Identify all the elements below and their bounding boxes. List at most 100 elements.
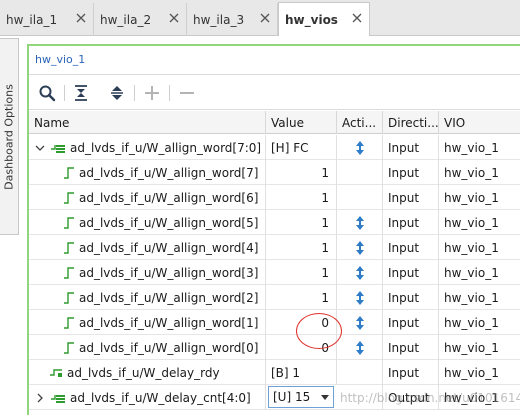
add-icon[interactable] xyxy=(143,84,161,102)
signal-direction: Input xyxy=(383,310,439,335)
watermark: http://blog.csdn.net/u010161493 xyxy=(340,391,520,405)
activity-updown-icon xyxy=(355,215,364,230)
dashboard-options-tab[interactable]: Dashboard Options xyxy=(0,38,19,235)
signal-value[interactable]: 1 xyxy=(266,285,337,310)
signal-value[interactable]: 1 xyxy=(266,185,337,210)
activity-cell xyxy=(337,135,383,160)
activity-cell xyxy=(337,360,383,385)
tab-label: hw_ila_2 xyxy=(100,12,152,27)
column-header-activity[interactable]: Acti... xyxy=(337,111,383,134)
close-icon[interactable] xyxy=(352,13,362,23)
activity-updown-icon xyxy=(355,140,364,155)
signal-name: ad_lvds_if_u/W_allign_word[4] xyxy=(79,240,259,255)
signal-value[interactable]: 0 xyxy=(266,335,337,360)
signal-vio: hw_vio_1 xyxy=(444,140,499,155)
signal-direction: Input xyxy=(383,260,439,285)
signal-value[interactable]: 1 xyxy=(266,210,337,235)
bit-signal-icon xyxy=(64,291,74,304)
bit-signal-icon xyxy=(64,191,74,204)
chevron-right-icon[interactable] xyxy=(35,393,45,403)
close-icon[interactable] xyxy=(169,13,179,23)
activity-updown-icon xyxy=(355,240,364,255)
table-header: Name Value Acti... Directi... VIO xyxy=(29,111,520,134)
signal-value[interactable]: [H] FC xyxy=(266,135,337,160)
vio-panel: hw_vio_1 Name Value Acti... Directi... V… xyxy=(27,44,520,415)
table-row[interactable]: ad_lvds_if_u/W_delay_rdy [B] 1 Input hw_… xyxy=(29,360,520,385)
signal-name: ad_lvds_if_u/W_allign_word[1] xyxy=(79,315,259,330)
tab-hw-vios[interactable]: hw_vios xyxy=(278,2,370,36)
table-row[interactable]: ad_lvds_if_u/W_allign_word[3] 1 Input hw… xyxy=(29,260,520,285)
activity-updown-icon xyxy=(355,315,364,330)
value-dropdown[interactable]: [U] 15 xyxy=(268,386,334,408)
bit-signal-icon xyxy=(64,216,74,229)
signal-value[interactable]: 1 xyxy=(266,160,337,185)
search-icon[interactable] xyxy=(38,84,56,102)
tab-bar: hw_ila_1 hw_ila_2 hw_ila_3 hw_vios xyxy=(0,0,520,36)
activity-cell xyxy=(337,310,383,335)
signal-vio: hw_vio_1 xyxy=(444,365,499,380)
tab-hw-ila-3[interactable]: hw_ila_3 xyxy=(187,3,278,36)
table-row[interactable]: ad_lvds_if_u/W_allign_word[7] 1 Input hw… xyxy=(29,160,520,185)
bit-signal-icon xyxy=(64,241,74,254)
signal-vio: hw_vio_1 xyxy=(444,215,499,230)
close-icon[interactable] xyxy=(260,13,270,23)
signal-name: ad_lvds_if_u/W_allign_word[7:0] xyxy=(70,140,262,155)
chevron-down-icon[interactable] xyxy=(35,143,45,153)
activity-cell xyxy=(337,160,383,185)
signal-value[interactable]: 1 xyxy=(266,235,337,260)
activity-cell xyxy=(337,210,383,235)
tab-hw-ila-2[interactable]: hw_ila_2 xyxy=(94,3,187,36)
close-icon[interactable] xyxy=(76,13,86,23)
table-row[interactable]: ad_lvds_if_u/W_allign_word[5] 1 Input hw… xyxy=(29,210,520,235)
signal-icon xyxy=(50,368,62,377)
column-header-vio[interactable]: VIO xyxy=(439,111,520,134)
table-row[interactable]: ad_lvds_if_u/W_allign_word[2] 1 Input hw… xyxy=(29,285,520,310)
signal-direction: Input xyxy=(383,160,439,185)
signal-name: ad_lvds_if_u/W_allign_word[0] xyxy=(79,340,259,355)
table-row[interactable]: ad_lvds_if_u/W_allign_word[6] 1 Input hw… xyxy=(29,185,520,210)
table-row[interactable]: ad_lvds_if_u/W_allign_word[4] 1 Input hw… xyxy=(29,235,520,260)
column-header-name[interactable]: Name xyxy=(29,111,266,134)
activity-cell xyxy=(337,260,383,285)
signal-direction: Input xyxy=(383,235,439,260)
signal-vio: hw_vio_1 xyxy=(444,315,499,330)
signal-name: ad_lvds_if_u/W_delay_rdy xyxy=(67,365,220,380)
expand-all-icon[interactable] xyxy=(108,84,126,102)
table-row[interactable]: ad_lvds_if_u/W_allign_word[0] 0 Input hw… xyxy=(29,335,520,360)
table-row[interactable]: ad_lvds_if_u/W_allign_word[7:0] [H] FC I… xyxy=(29,135,520,160)
tab-label: hw_vios xyxy=(285,12,338,27)
signal-direction: Input xyxy=(383,135,439,160)
remove-icon[interactable] xyxy=(178,84,196,102)
signal-value[interactable]: 0 xyxy=(266,310,337,335)
collapse-all-icon[interactable] xyxy=(72,84,90,102)
chevron-down-icon xyxy=(321,395,329,400)
signal-vio: hw_vio_1 xyxy=(444,190,499,205)
signal-direction: Input xyxy=(383,285,439,310)
toolbar-separator xyxy=(134,85,135,101)
signal-vio: hw_vio_1 xyxy=(444,240,499,255)
signal-vio: hw_vio_1 xyxy=(444,265,499,280)
signal-value: [U] 15 xyxy=(273,390,311,404)
signal-direction: Input xyxy=(383,210,439,235)
table-row[interactable]: ad_lvds_if_u/W_allign_word[1] 0 Input hw… xyxy=(29,310,520,335)
bit-signal-icon xyxy=(64,341,74,354)
signal-value[interactable]: 1 xyxy=(266,260,337,285)
dashboard-options-label: Dashboard Options xyxy=(2,83,16,190)
signal-value[interactable]: [B] 1 xyxy=(266,360,337,385)
tab-hw-ila-1[interactable]: hw_ila_1 xyxy=(0,3,94,36)
activity-cell xyxy=(337,285,383,310)
toolbar-separator xyxy=(64,85,65,101)
column-header-value[interactable]: Value xyxy=(266,111,337,134)
bit-signal-icon xyxy=(64,266,74,279)
tab-label: hw_ila_3 xyxy=(193,12,245,27)
signal-direction: Input xyxy=(383,360,439,385)
activity-cell xyxy=(337,185,383,210)
bit-signal-icon xyxy=(64,316,74,329)
panel-title: hw_vio_1 xyxy=(35,53,86,66)
activity-updown-icon xyxy=(355,265,364,280)
activity-cell xyxy=(337,235,383,260)
signal-name: ad_lvds_if_u/W_allign_word[6] xyxy=(79,190,259,205)
column-header-direction[interactable]: Directi... xyxy=(383,111,439,134)
bus-signal-icon xyxy=(51,394,65,403)
toolbar xyxy=(29,74,520,110)
